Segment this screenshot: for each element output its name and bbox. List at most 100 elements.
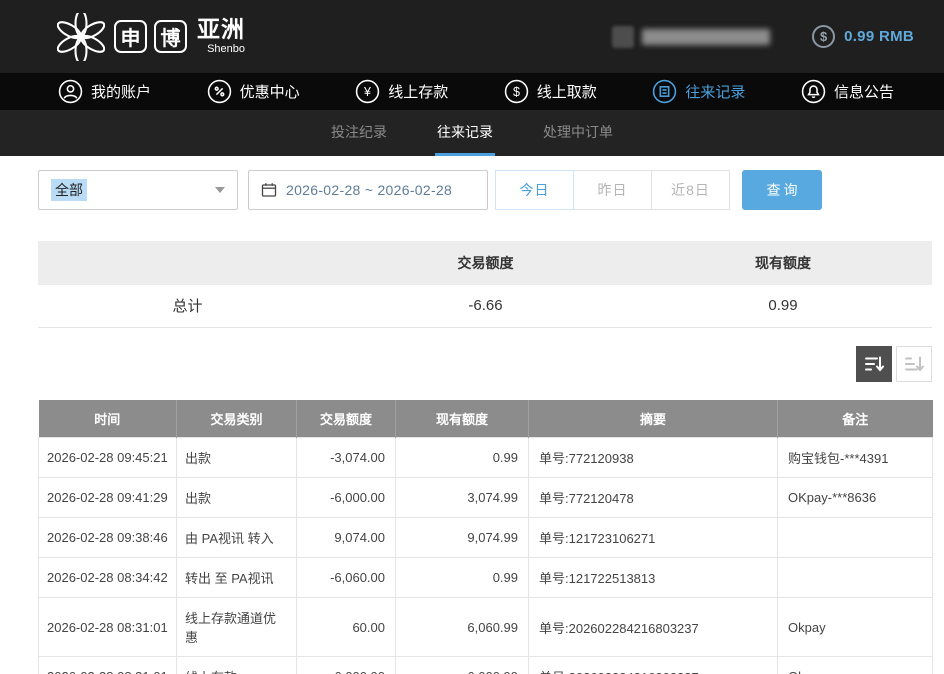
nav-label: 线上取款 (537, 81, 597, 102)
balance-display: $ 0.99 RMB (812, 25, 914, 48)
summary-col-empty (38, 241, 337, 285)
table-cell: 单号:772120478 (529, 478, 778, 518)
table-cell: 2026-02-28 09:45:21 (39, 438, 177, 478)
table-cell: 单号:772120938 (529, 438, 778, 478)
sort-controls (0, 346, 932, 382)
main-nav: 我的账户 优惠中心 ¥ 线上存款 (0, 73, 944, 110)
summary-total-balance: 0.99 (634, 285, 932, 327)
transactions-table: 时间交易类别交易额度现有额度摘要备注 2026-02-28 09:45:21出款… (38, 400, 933, 674)
date-range-input[interactable]: 2026-02-28 ~ 2026-02-28 (248, 170, 488, 210)
bell-circle-icon (801, 79, 826, 104)
tx-column-header: 摘要 (529, 400, 778, 438)
table-cell: 2026-02-28 09:38:46 (39, 518, 177, 558)
table-cell: 单号:121723106271 (529, 518, 778, 558)
flower-logo-icon (55, 11, 107, 63)
filter-bar: 全部 2026-02-28 ~ 2026-02-28 今日 昨日 近8日 查询 (38, 170, 932, 210)
type-select[interactable]: 全部 (38, 170, 238, 210)
brand-char-2: 博 (154, 20, 187, 53)
type-select-value: 全部 (51, 179, 87, 201)
tx-column-header: 交易类别 (177, 400, 297, 438)
table-row: 2026-02-28 08:31:01线上存款6,000.006,000.99单… (39, 657, 933, 674)
user-account[interactable] (612, 26, 770, 48)
summary-total-trade: -6.66 (337, 285, 634, 327)
tab-bet-records[interactable]: 投注纪录 (329, 110, 389, 156)
brand-region: 亚洲 (197, 18, 245, 41)
record-subnav: 投注纪录 往来记录 处理中订单 (0, 110, 944, 156)
table-cell: 购宝钱包-***4391 (778, 438, 933, 478)
search-button[interactable]: 查询 (742, 170, 822, 210)
quick-date-group: 今日 昨日 近8日 (496, 170, 730, 210)
summary-col-balance: 现有额度 (634, 241, 932, 285)
summary-table: 交易额度 现有额度 总计 -6.66 0.99 (38, 241, 932, 328)
username-blurred (642, 29, 770, 45)
tx-body: 2026-02-28 09:45:21出款-3,074.000.99单号:772… (39, 438, 933, 674)
records-circle-icon (652, 79, 677, 104)
table-cell: 6,000.00 (297, 657, 396, 674)
table-cell: 0.99 (396, 558, 529, 598)
table-cell: 2026-02-28 08:34:42 (39, 558, 177, 598)
summary-total-label: 总计 (38, 285, 337, 327)
nav-label: 优惠中心 (240, 81, 300, 102)
table-cell: 由 PA视讯 转入 (177, 518, 297, 558)
table-cell: OKpay-***8636 (778, 478, 933, 518)
promo-circle-icon (207, 79, 232, 104)
table-cell: 9,074.00 (297, 518, 396, 558)
brand-char-1: 申 (114, 20, 147, 53)
quick-btn-yesterday[interactable]: 昨日 (573, 170, 652, 210)
table-cell: 单号:121722513813 (529, 558, 778, 598)
table-cell: 线上存款 (177, 657, 297, 674)
table-cell: 单号:202602284216803237 (529, 598, 778, 657)
nav-item-withdraw[interactable]: $ 线上取款 (504, 79, 597, 104)
table-cell: 6,060.99 (396, 598, 529, 657)
tx-header-row: 时间交易类别交易额度现有额度摘要备注 (39, 400, 933, 438)
deposit-circle-icon: ¥ (355, 79, 380, 104)
brand-en: Shenbo (207, 44, 245, 55)
table-cell: 2026-02-28 09:41:29 (39, 478, 177, 518)
table-cell: 3,074.99 (396, 478, 529, 518)
page: 申 博 亚洲 Shenbo $ 0.99 RMB (0, 0, 944, 674)
table-cell: 0.99 (396, 438, 529, 478)
summary-total-row: 总计 -6.66 0.99 (38, 285, 932, 327)
table-cell (778, 518, 933, 558)
tx-column-header: 现有额度 (396, 400, 529, 438)
nav-item-my-account[interactable]: 我的账户 (58, 79, 151, 104)
quick-btn-last8days[interactable]: 近8日 (651, 170, 730, 210)
nav-item-announcements[interactable]: 信息公告 (801, 79, 894, 104)
tab-pending-orders[interactable]: 处理中订单 (541, 110, 615, 156)
table-cell: -6,060.00 (297, 558, 396, 598)
nav-item-records[interactable]: 往来记录 (652, 79, 745, 104)
sort-descending-icon[interactable] (856, 346, 892, 382)
table-cell (778, 558, 933, 598)
table-cell: 转出 至 PA视讯 (177, 558, 297, 598)
summary-col-trade: 交易额度 (337, 241, 634, 285)
brand-logo[interactable]: 申 博 亚洲 Shenbo (55, 11, 245, 63)
table-cell: 6,000.99 (396, 657, 529, 674)
svg-text:¥: ¥ (363, 85, 371, 99)
nav-label: 往来记录 (685, 81, 745, 102)
tab-transaction-records[interactable]: 往来记录 (435, 110, 495, 156)
user-circle-icon (58, 79, 83, 104)
nav-item-deposit[interactable]: ¥ 线上存款 (355, 79, 448, 104)
nav-item-promotions[interactable]: 优惠中心 (207, 79, 300, 104)
table-row: 2026-02-28 08:31:01线上存款通道优惠60.006,060.99… (39, 598, 933, 657)
top-header: 申 博 亚洲 Shenbo $ 0.99 RMB (0, 0, 944, 73)
table-row: 2026-02-28 09:38:46由 PA视讯 转入9,074.009,07… (39, 518, 933, 558)
table-row: 2026-02-28 09:45:21出款-3,074.000.99单号:772… (39, 438, 933, 478)
table-cell: 出款 (177, 438, 297, 478)
table-cell: 9,074.99 (396, 518, 529, 558)
table-row: 2026-02-28 08:34:42转出 至 PA视讯-6,060.000.9… (39, 558, 933, 598)
avatar (612, 26, 634, 48)
withdraw-circle-icon: $ (504, 79, 529, 104)
table-cell: 出款 (177, 478, 297, 518)
sort-ascending-icon[interactable] (896, 346, 932, 382)
table-cell: 60.00 (297, 598, 396, 657)
tx-column-header: 交易额度 (297, 400, 396, 438)
svg-text:$: $ (513, 85, 520, 99)
table-cell: 单号:202602284216803237 (529, 657, 778, 674)
table-cell: Okpay (778, 657, 933, 674)
table-cell: -3,074.00 (297, 438, 396, 478)
balance-currency: RMB (879, 28, 914, 45)
table-row: 2026-02-28 09:41:29出款-6,000.003,074.99单号… (39, 478, 933, 518)
balance-amount: 0.99 (844, 28, 874, 45)
quick-btn-today[interactable]: 今日 (495, 170, 574, 210)
